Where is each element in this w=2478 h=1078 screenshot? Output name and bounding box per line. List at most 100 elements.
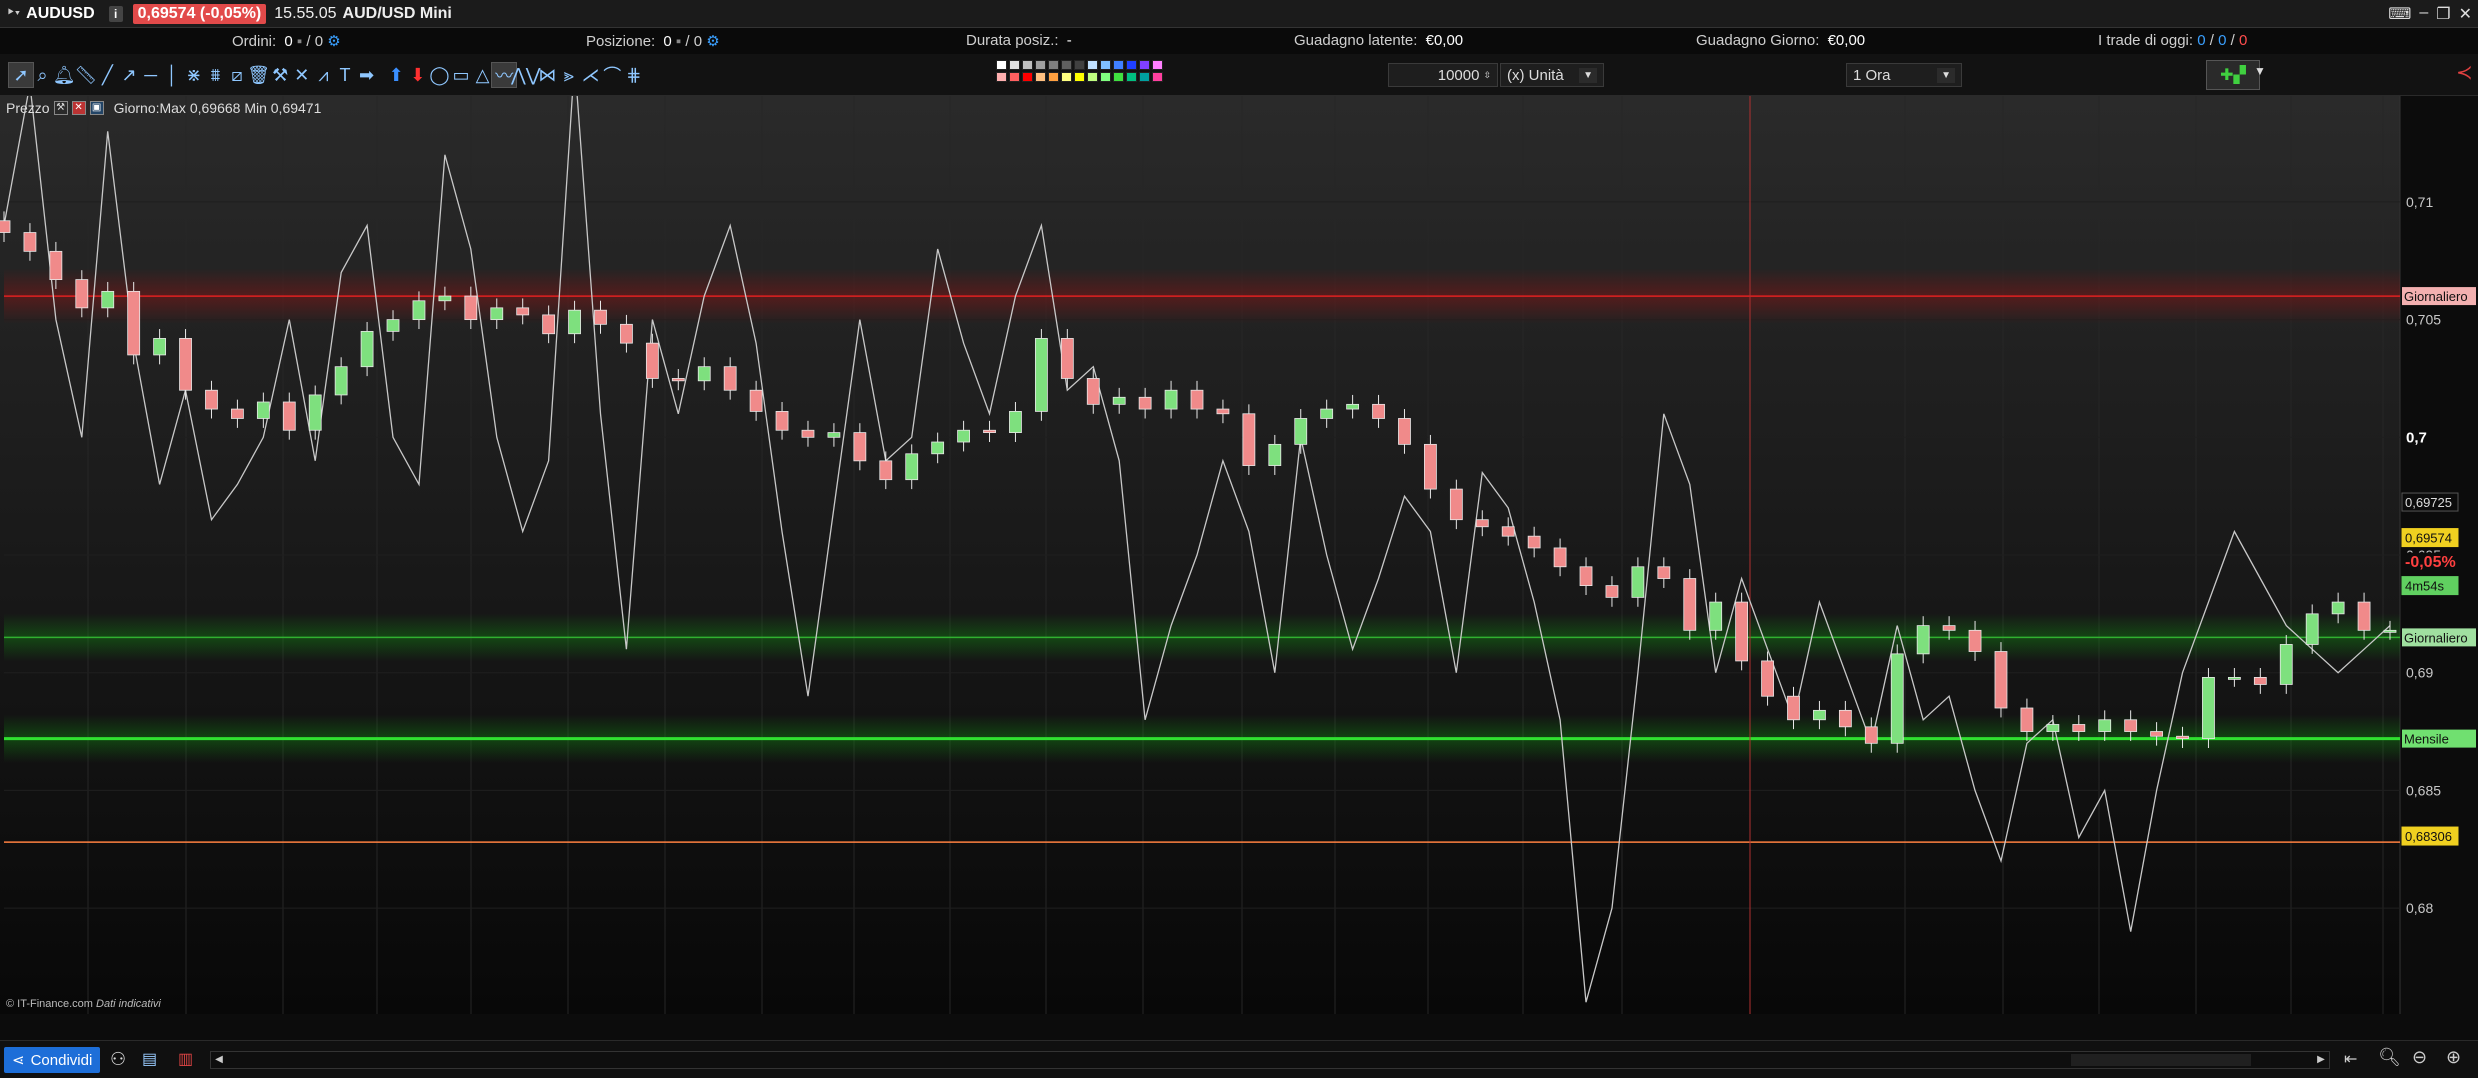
price-badge: 0,69574 (-0,05%)	[132, 3, 267, 24]
timeframe-select[interactable]: 1 Ora ▼	[1846, 63, 1962, 87]
candle-body	[1449, 488, 1463, 521]
durata-value: -	[1066, 32, 1072, 49]
chart-scrollbar[interactable]: ◀ ▶	[210, 1051, 2330, 1069]
chart-header: Prezzo ⚒ ✕ ▣ Giorno:Max 0,69668 Min 0,69…	[6, 100, 321, 116]
candles-icon[interactable]: ▥	[178, 1049, 193, 1069]
layout-icon[interactable]: ▤	[142, 1049, 157, 1069]
candle-body	[1009, 411, 1022, 433]
y-tick-label: 0,68	[2406, 900, 2433, 916]
color-swatch[interactable]	[1100, 60, 1111, 70]
color-swatch[interactable]	[1009, 60, 1020, 70]
symbol-label[interactable]: AUDUSD	[26, 5, 94, 23]
wrench-icon[interactable]: ⚒	[53, 101, 68, 115]
candle-body	[153, 338, 167, 356]
scroll-thumb[interactable]	[2071, 1054, 2251, 1066]
expand-icon[interactable]: ▣	[89, 101, 104, 115]
color-swatch[interactable]	[996, 72, 1007, 82]
candle-body	[879, 460, 893, 481]
close-icon[interactable]: ✕	[2459, 4, 2472, 24]
settings-gear-icon[interactable]: ⚙	[327, 33, 340, 50]
posizione-detail-icon[interactable]: ▪	[676, 33, 681, 50]
quantity-stepper-icon[interactable]: ⇳	[1483, 70, 1491, 81]
color-swatch[interactable]	[1113, 60, 1124, 70]
color-swatch[interactable]	[1022, 60, 1033, 70]
restore-icon[interactable]: ❐	[2436, 4, 2450, 24]
close-series-icon[interactable]: ✕	[71, 101, 86, 115]
unit-select[interactable]: (x) Unità ▼	[1500, 63, 1604, 87]
menu-chevron-icon[interactable]: ⯈▾	[6, 7, 20, 20]
chart-expand-icon[interactable]: ≺	[2456, 60, 2473, 85]
candle-body	[1527, 535, 1541, 549]
color-swatch[interactable]	[1074, 60, 1085, 70]
candle-body	[1968, 629, 1982, 652]
candle-body	[49, 250, 63, 281]
ordini-detail-icon[interactable]: ▪	[297, 33, 302, 50]
color-swatch[interactable]	[1087, 72, 1098, 82]
scroll-right-icon[interactable]: ▶	[2313, 1052, 2329, 1068]
scroll-left-icon[interactable]: ◀	[211, 1052, 227, 1068]
color-swatch[interactable]	[1035, 60, 1046, 70]
keyboard-icon[interactable]: ⌨	[2388, 4, 2411, 24]
quantity-input[interactable]: 10000 ⇳	[1388, 63, 1498, 87]
candle-body	[205, 389, 218, 410]
candle-body	[568, 309, 581, 335]
candle-body	[1190, 389, 1204, 410]
credit-note: Dati indicativi	[96, 998, 161, 1010]
trade-oggi-info: I trade di oggi: 0 / 0 / 0	[2098, 32, 2248, 49]
color-swatch[interactable]	[1009, 72, 1020, 82]
color-swatch[interactable]	[1152, 60, 1163, 70]
trade-oggi-label: I trade di oggi:	[2098, 32, 2194, 49]
durata-info: Durata posiz.: -	[966, 32, 1072, 49]
candle-body	[2331, 601, 2345, 615]
price-tag-label: 0,69574	[2405, 531, 2452, 546]
color-swatch[interactable]	[1113, 72, 1124, 82]
fib-grid-icon[interactable]: ⋕	[621, 62, 647, 88]
candle-body	[2072, 724, 2086, 732]
guadagno-latente-value: €0,00	[1425, 32, 1464, 49]
minimize-icon[interactable]: –	[2419, 4, 2428, 24]
color-swatch[interactable]	[1126, 72, 1137, 82]
chevron-down-icon[interactable]: ▼	[2254, 64, 2266, 78]
color-swatch[interactable]	[1126, 60, 1137, 70]
credit-source: © IT-Finance.com	[6, 998, 93, 1010]
guadagno-giorno-value: €0,00	[1827, 32, 1866, 49]
color-swatch[interactable]	[1035, 72, 1046, 82]
candle-body	[2020, 707, 2034, 732]
color-swatch[interactable]	[1087, 60, 1098, 70]
color-swatch[interactable]	[1139, 72, 1150, 82]
color-swatch[interactable]	[1061, 60, 1072, 70]
info-icon[interactable]: i	[108, 5, 123, 22]
color-swatch[interactable]	[1100, 72, 1111, 82]
candle-body	[438, 295, 452, 302]
zoom-fit-icon[interactable]: 🔍︎	[2378, 1047, 2401, 1068]
candle-body	[23, 232, 37, 252]
level-tag-label: Giornaliero	[2404, 630, 2468, 645]
zoom-in-icon[interactable]: ⊕	[2446, 1047, 2461, 1068]
color-swatch[interactable]	[1074, 72, 1085, 82]
candle-body	[0, 220, 11, 233]
y-tick-label: 0,69	[2406, 665, 2433, 681]
candle-body	[516, 307, 530, 316]
candle-body	[2124, 719, 2138, 732]
candle-body	[2357, 601, 2371, 631]
candle-body	[1398, 418, 1411, 445]
color-swatch[interactable]	[1048, 72, 1059, 82]
color-swatch[interactable]	[996, 60, 1007, 70]
price-chart[interactable]: Giornaliero Giornaliero Mensile 0,71 0,705 0…	[0, 96, 2478, 1016]
color-swatch[interactable]	[1022, 72, 1033, 82]
candle-body	[2150, 731, 2163, 737]
share-button[interactable]: ⋖ Condividi	[4, 1047, 101, 1073]
account-icon[interactable]: ⚇	[110, 1049, 126, 1070]
arrow-right-icon[interactable]: ➡	[354, 62, 380, 88]
color-swatch[interactable]	[1048, 60, 1059, 70]
reset-icon[interactable]: ⇤	[2344, 1049, 2357, 1069]
candle-body	[1112, 396, 1126, 405]
add-indicator-button[interactable]: ✚▞	[2206, 60, 2260, 90]
settings-gear-icon[interactable]: ⚙	[706, 33, 719, 50]
color-swatch[interactable]	[1152, 72, 1163, 82]
candle-body	[2046, 724, 2060, 732]
color-swatch[interactable]	[1061, 72, 1072, 82]
candle-body	[1086, 378, 1100, 405]
color-swatch[interactable]	[1139, 60, 1150, 70]
zoom-out-icon[interactable]: ⊖	[2412, 1047, 2427, 1068]
